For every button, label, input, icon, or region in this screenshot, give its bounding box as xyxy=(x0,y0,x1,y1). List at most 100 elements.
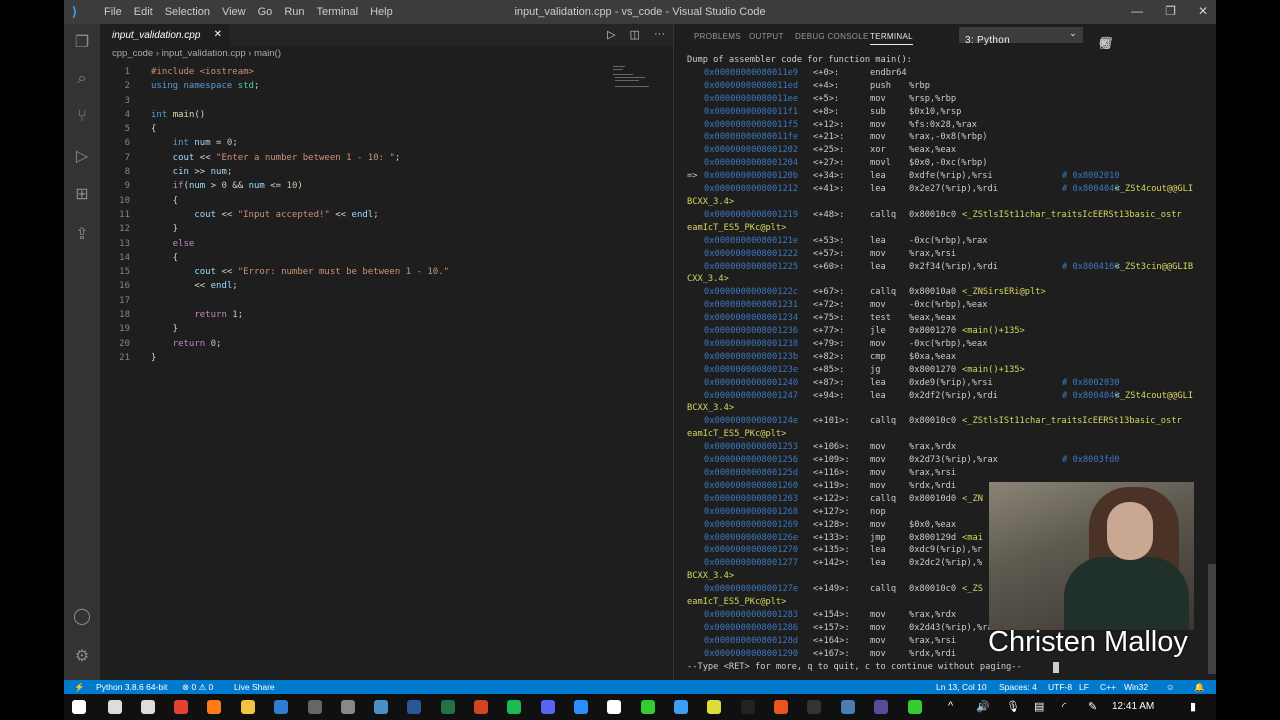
microphone-icon[interactable]: 🎙 xyxy=(1006,700,1020,713)
network-icon[interactable]: ▤ xyxy=(1034,700,1044,713)
run-debug-icon[interactable]: ▷ xyxy=(72,146,92,166)
breadcrumb-folder[interactable]: cpp_code xyxy=(112,48,153,59)
app-icon[interactable] xyxy=(908,700,922,714)
menu-help[interactable]: Help xyxy=(370,6,393,18)
asm-offset: <+116>: xyxy=(813,468,850,478)
app-icon[interactable] xyxy=(374,700,388,714)
pen-icon[interactable]: ✎ xyxy=(1088,700,1097,713)
search-icon[interactable]: ⌕ xyxy=(72,70,92,90)
extensions-icon[interactable]: ⊞ xyxy=(72,184,92,204)
breadcrumb-symbol[interactable]: main() xyxy=(254,48,281,59)
more-actions-icon[interactable]: ··· xyxy=(654,28,665,41)
terminal-icon[interactable] xyxy=(741,700,755,714)
python-interpreter[interactable]: Python 3.8.6 64-bit xyxy=(96,682,167,692)
close-panel-icon[interactable]: ✕ xyxy=(1099,36,1109,50)
tab-problems[interactable]: PROBLEMS xyxy=(694,32,741,41)
split-editor-icon[interactable]: ◫ xyxy=(630,28,640,41)
app-icon[interactable] xyxy=(807,700,821,714)
cursor-position[interactable]: Ln 13, Col 10 xyxy=(936,682,987,692)
code-token: cout xyxy=(151,152,195,163)
app-icon[interactable] xyxy=(641,700,655,714)
app-icon[interactable] xyxy=(274,700,288,714)
language-mode[interactable]: C++ xyxy=(1100,682,1116,692)
maximize-icon[interactable]: ❐ xyxy=(1165,4,1176,18)
tab-debug-console[interactable]: DEBUG CONSOLE xyxy=(795,32,869,41)
code-token: main xyxy=(172,109,195,120)
github-icon[interactable] xyxy=(341,700,355,714)
ubuntu-icon[interactable] xyxy=(774,700,788,714)
zoom-icon[interactable] xyxy=(574,700,588,714)
notifications-icon[interactable]: 🔔 xyxy=(1194,682,1205,693)
breadcrumb-file[interactable]: input_validation.cpp xyxy=(162,48,246,59)
discord-icon[interactable] xyxy=(541,700,555,714)
app-icon[interactable] xyxy=(607,700,621,714)
settings-gear-icon[interactable]: ⚙ xyxy=(72,646,92,666)
source-control-icon[interactable]: ⑂ xyxy=(72,108,92,128)
tab-output[interactable]: OUTPUT xyxy=(749,32,784,41)
menu-selection[interactable]: Selection xyxy=(165,6,210,18)
code-line: 14 { xyxy=(100,253,673,267)
word-icon[interactable] xyxy=(407,700,421,714)
app-icon[interactable] xyxy=(841,700,855,714)
run-icon[interactable]: ▷ xyxy=(607,28,615,41)
asm-mnemonic: lea xyxy=(870,558,886,569)
code-token: << xyxy=(216,209,238,220)
windows-start-icon[interactable] xyxy=(72,700,86,714)
code-line: 18 return 1; xyxy=(100,310,673,324)
problems-count[interactable]: ⊗ 0 ⚠ 0 xyxy=(182,682,213,693)
chrome-icon[interactable] xyxy=(174,700,188,714)
app-icon[interactable] xyxy=(874,700,888,714)
clock[interactable]: 12:41 AM xyxy=(1112,701,1154,712)
close-tab-icon[interactable]: ✕ xyxy=(214,29,222,40)
line-number: 21 xyxy=(119,352,130,363)
platform[interactable]: Win32 xyxy=(1124,682,1148,692)
tab-input-validation[interactable]: input_validation.cpp ✕ xyxy=(100,24,230,46)
asm-offset: <+41>: xyxy=(813,184,845,195)
terminal-select[interactable]: 3: Python ⌄ xyxy=(959,27,1083,46)
task-view-icon[interactable] xyxy=(141,700,155,714)
vscode-icon[interactable] xyxy=(674,700,688,714)
excel-icon[interactable] xyxy=(441,700,455,714)
explorer-icon[interactable]: ❐ xyxy=(72,32,92,52)
menu-view[interactable]: View xyxy=(222,6,246,18)
calculator-icon[interactable] xyxy=(308,700,322,714)
file-explorer-icon[interactable] xyxy=(241,700,255,714)
spotify-icon[interactable] xyxy=(507,700,521,714)
menu-run[interactable]: Run xyxy=(284,6,304,18)
code-token: num xyxy=(188,181,206,192)
code-text: { xyxy=(151,124,156,134)
terminal-scrollbar[interactable] xyxy=(1208,564,1216,674)
asm-operands: 0x2f34(%rip),%rdi xyxy=(909,261,998,272)
firefox-icon[interactable] xyxy=(207,700,221,714)
code-editor[interactable]: 1 #include <iostream> 2 using namespace std… xyxy=(100,67,673,367)
show-hidden-icons[interactable]: ^ xyxy=(948,700,953,712)
menu-edit[interactable]: Edit xyxy=(134,6,153,18)
menu-file[interactable]: File xyxy=(104,6,122,18)
minimize-icon[interactable]: — xyxy=(1131,4,1143,18)
search-icon[interactable] xyxy=(108,700,122,714)
eol[interactable]: LF xyxy=(1079,682,1089,692)
encoding[interactable]: UTF-8 xyxy=(1048,682,1072,692)
indentation[interactable]: Spaces: 4 xyxy=(999,682,1037,692)
menu-go[interactable]: Go xyxy=(258,6,273,18)
powerpoint-icon[interactable] xyxy=(474,700,488,714)
close-window-icon[interactable]: ✕ xyxy=(1198,4,1208,18)
menu-terminal[interactable]: Terminal xyxy=(317,6,359,18)
code-line: 9 if(num > 0 && num <= 10) xyxy=(100,181,673,195)
tab-terminal[interactable]: TERMINAL xyxy=(870,32,913,45)
notification-center-icon[interactable]: ▮ xyxy=(1190,700,1196,713)
feedback-icon[interactable]: ☺ xyxy=(1166,682,1175,692)
account-icon[interactable]: ◯ xyxy=(72,606,92,626)
live-share-icon[interactable]: ⇪ xyxy=(72,224,92,244)
asm-mnemonic: mov xyxy=(870,248,886,259)
code-line: 7 cout << "Enter a number between 1 - 10… xyxy=(100,153,673,167)
wifi-icon[interactable]: ◜ xyxy=(1062,700,1066,713)
remote-icon[interactable]: ⚡ xyxy=(74,682,85,693)
minimap[interactable] xyxy=(613,66,663,96)
code-token: namespace xyxy=(183,81,238,92)
asm-operands: -0xc(%rbp),%rax xyxy=(909,235,988,246)
volume-icon[interactable]: 🔊 xyxy=(976,700,990,713)
live-share-button[interactable]: Live Share xyxy=(234,682,275,692)
asm-comment: # 0x8004040 xyxy=(1062,184,1120,195)
pycharm-icon[interactable] xyxy=(707,700,721,714)
